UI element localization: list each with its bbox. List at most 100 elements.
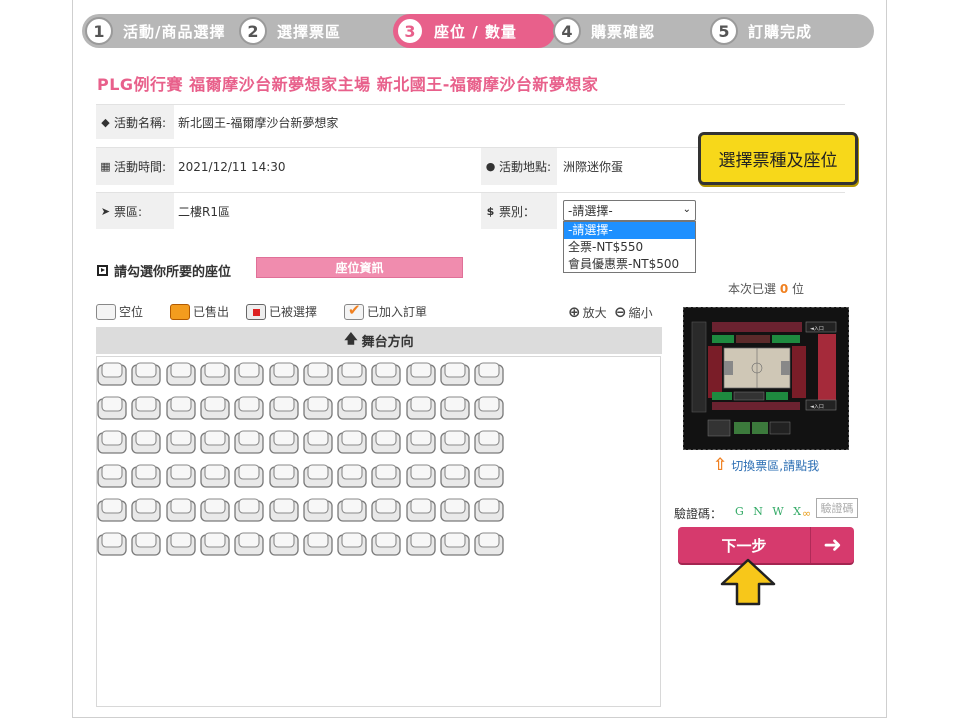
- venue-map-thumbnail[interactable]: ◄入口 ◄入口: [683, 307, 849, 450]
- seat-info-button[interactable]: 座位資訊: [256, 257, 463, 278]
- empty-seat[interactable]: [303, 362, 333, 387]
- empty-seat[interactable]: [165, 498, 196, 523]
- empty-seat[interactable]: [234, 362, 264, 387]
- empty-seat[interactable]: [474, 396, 504, 421]
- empty-seat[interactable]: [131, 396, 161, 421]
- step-number: 2: [239, 17, 267, 45]
- info-label-ticket-type: $ 票別：: [481, 193, 557, 229]
- empty-seat[interactable]: [131, 362, 161, 387]
- empty-seat[interactable]: [337, 498, 367, 523]
- empty-seat[interactable]: [337, 362, 367, 387]
- empty-seat[interactable]: [200, 532, 230, 557]
- empty-seat[interactable]: [406, 430, 436, 455]
- empty-seat[interactable]: [303, 396, 333, 421]
- empty-seat[interactable]: [200, 464, 230, 489]
- legend-taken: 已被選擇: [246, 303, 317, 320]
- ticket-type-option[interactable]: -請選擇-: [564, 222, 695, 239]
- empty-seat[interactable]: [97, 396, 127, 421]
- empty-seat[interactable]: [371, 464, 402, 489]
- empty-seat[interactable]: [337, 396, 367, 421]
- captcha-label: 驗證碼：: [674, 507, 723, 521]
- empty-seat[interactable]: [165, 532, 196, 557]
- empty-seat[interactable]: [268, 498, 299, 523]
- empty-seat[interactable]: [131, 498, 161, 523]
- zoom-out-button[interactable]: ⊖ 縮小: [614, 303, 653, 321]
- zoom-out-icon: ⊖: [614, 303, 627, 321]
- captcha-image[interactable]: G N W X ∞: [732, 499, 814, 524]
- empty-seat[interactable]: [234, 430, 264, 455]
- step-label: 購票確認: [591, 22, 656, 41]
- sold-seat-icon: [170, 303, 190, 320]
- empty-seat[interactable]: [165, 362, 196, 387]
- empty-seat[interactable]: [131, 532, 161, 557]
- empty-seat[interactable]: [165, 464, 196, 489]
- empty-seat[interactable]: [234, 396, 264, 421]
- empty-seat[interactable]: [406, 498, 436, 523]
- empty-seat[interactable]: [337, 464, 367, 489]
- empty-seat[interactable]: [97, 362, 127, 387]
- empty-seat[interactable]: [200, 430, 230, 455]
- legend-sold: 已售出: [170, 303, 229, 320]
- empty-seat[interactable]: [440, 362, 470, 387]
- empty-seat[interactable]: [406, 362, 436, 387]
- empty-seat[interactable]: [474, 362, 504, 387]
- empty-seat[interactable]: [440, 430, 470, 455]
- empty-seat[interactable]: [337, 532, 367, 557]
- empty-seat[interactable]: [440, 464, 470, 489]
- empty-seat[interactable]: [234, 498, 264, 523]
- empty-seat[interactable]: [474, 464, 504, 489]
- ticket-type-dropdown: -請選擇- 全票-NT$550 會員優惠票-NT$500: [563, 221, 696, 273]
- ticket-type-option[interactable]: 全票-NT$550: [564, 239, 695, 256]
- empty-seat[interactable]: [97, 532, 127, 557]
- empty-seat[interactable]: [268, 430, 299, 455]
- empty-seat[interactable]: [200, 396, 230, 421]
- switch-zone-link[interactable]: ⇧ 切換票區,請點我: [713, 455, 819, 475]
- empty-seat[interactable]: [406, 532, 436, 557]
- empty-seat[interactable]: [337, 430, 367, 455]
- empty-seat[interactable]: [303, 498, 333, 523]
- empty-seat[interactable]: [440, 498, 470, 523]
- step-label: 活動/商品選擇: [123, 22, 226, 41]
- empty-seat[interactable]: [474, 430, 504, 455]
- empty-seat[interactable]: [97, 498, 127, 523]
- empty-seat[interactable]: [303, 430, 333, 455]
- empty-seat[interactable]: [371, 430, 402, 455]
- empty-seat[interactable]: [371, 532, 402, 557]
- empty-seat[interactable]: [234, 532, 264, 557]
- empty-seat[interactable]: [268, 362, 299, 387]
- arrow-up-icon: ⇧: [713, 455, 728, 475]
- empty-seat[interactable]: [406, 464, 436, 489]
- info-value-venue: 洲際迷你蛋: [563, 160, 624, 174]
- empty-seat[interactable]: [303, 532, 333, 557]
- empty-seat[interactable]: [371, 396, 402, 421]
- empty-seat[interactable]: [268, 464, 299, 489]
- zoom-in-button[interactable]: ⊕ 放大: [568, 303, 607, 321]
- empty-seat[interactable]: [234, 464, 264, 489]
- empty-seat[interactable]: [165, 430, 196, 455]
- empty-seat[interactable]: [406, 396, 436, 421]
- info-label-venue: ● 活動地點:: [481, 148, 557, 185]
- empty-seat[interactable]: [131, 464, 161, 489]
- empty-seat[interactable]: [200, 498, 230, 523]
- empty-seat[interactable]: [474, 498, 504, 523]
- empty-seat[interactable]: [131, 430, 161, 455]
- info-value-zone: 二樓R1區: [178, 204, 230, 219]
- empty-seat[interactable]: [200, 362, 230, 387]
- empty-seat[interactable]: [165, 396, 196, 421]
- checkbox-square-icon: [97, 265, 108, 276]
- empty-seat[interactable]: [268, 532, 299, 557]
- checked-seat-icon: ✔: [344, 301, 364, 320]
- empty-seat[interactable]: [440, 532, 470, 557]
- ticket-type-option[interactable]: 會員優惠票-NT$500: [564, 256, 695, 273]
- captcha-input[interactable]: 驗證碼: [816, 498, 858, 518]
- selected-count: 本次已選 0 位: [728, 282, 805, 296]
- empty-seat[interactable]: [97, 430, 127, 455]
- empty-seat[interactable]: [97, 464, 127, 489]
- empty-seat[interactable]: [371, 498, 402, 523]
- empty-seat[interactable]: [371, 362, 402, 387]
- empty-seat[interactable]: [268, 396, 299, 421]
- ticket-type-select[interactable]: -請選擇- ⌄: [563, 200, 696, 221]
- empty-seat[interactable]: [440, 396, 470, 421]
- empty-seat[interactable]: [303, 464, 333, 489]
- empty-seat[interactable]: [474, 532, 504, 557]
